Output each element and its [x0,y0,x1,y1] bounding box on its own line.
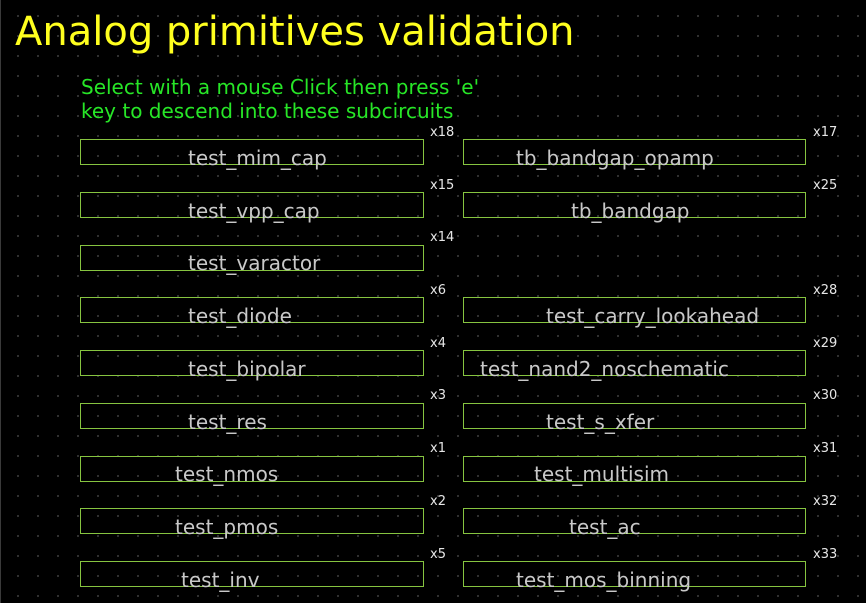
subcircuit-label: test_pmos [175,515,279,539]
subcircuit-label: test_mos_binning [516,568,692,592]
instance-tag: x30 [813,388,838,403]
page-title: Analog primitives validation [15,9,575,55]
instance-tag: x14 [430,230,455,245]
instance-tag: x15 [430,178,455,193]
instance-tag: x25 [813,178,838,193]
subcircuit-label: test_vpp_cap [188,199,320,223]
instance-tag: x32 [813,494,838,509]
instruction-line-2: key to descend into these subcircuits [81,99,454,123]
instance-tag: x28 [813,283,838,298]
subcircuit-label: test_inv [181,568,260,592]
instruction-line-1: Select with a mouse Click then press 'e' [81,75,480,99]
instance-tag: x1 [430,441,446,456]
instance-tag: x5 [430,547,446,562]
subcircuit-label: test_ac [569,515,641,539]
subcircuit-label: test_carry_lookahead [546,304,760,328]
subcircuit-label: test_varactor [188,251,321,275]
subcircuit-label: test_mim_cap [188,146,327,170]
instance-tag: x2 [430,494,446,509]
instance-tag: x18 [430,125,455,140]
instance-tag: x6 [430,283,446,298]
instance-tag: x29 [813,336,838,351]
instance-tag: x33 [813,547,838,562]
instance-tag: x4 [430,336,446,351]
instance-tag: x17 [813,125,838,140]
subcircuit-label: test_bipolar [188,357,306,381]
instance-tag: x31 [813,441,838,456]
subcircuit-label: test_diode [188,304,292,328]
subcircuit-label: tb_bandgap [571,199,690,223]
subcircuit-label: test_nand2_noschematic [480,357,729,381]
instance-tag: x3 [430,388,446,403]
subcircuit-label: tb_bandgap_opamp [516,146,714,170]
subcircuit-label: test_nmos [175,462,279,486]
subcircuit-label: test_s_xfer [546,410,655,434]
subcircuit-label: test_multisim [534,462,669,486]
subcircuit-label: test_res [188,410,267,434]
